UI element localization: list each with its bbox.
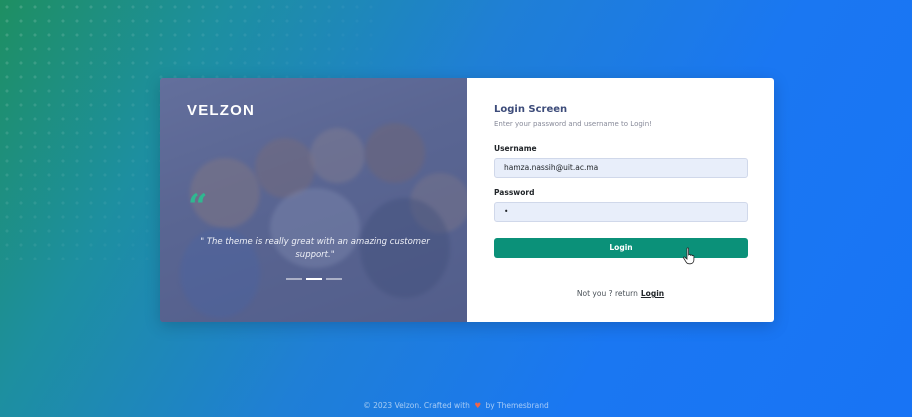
password-input[interactable]: • — [494, 202, 748, 222]
quote-icon: “ — [188, 187, 208, 227]
brand-logo[interactable]: VELZON — [187, 102, 255, 119]
copyright-suffix: by Themesbrand — [485, 401, 549, 410]
username-label: Username — [494, 144, 537, 153]
return-login-link[interactable]: Login — [641, 289, 664, 298]
login-button-label: Login — [609, 243, 633, 252]
copyright-prefix: © 2023 Velzon. Crafted with — [363, 401, 470, 410]
password-label: Password — [494, 188, 535, 197]
carousel-indicator-2[interactable] — [306, 278, 322, 280]
testimonial-quote: " The theme is really great with an amaz… — [200, 237, 430, 260]
login-button[interactable]: Login — [494, 238, 748, 265]
heart-icon: ♥ — [474, 401, 482, 410]
return-login-row: Not you ? return Login — [467, 289, 774, 298]
testimonial-panel: VELZON “ " The theme is really great wit… — [160, 78, 467, 322]
login-subtitle: Enter your password and username to Logi… — [494, 120, 652, 128]
login-title: Login Screen — [494, 104, 568, 115]
auth-card: VELZON “ " The theme is really great wit… — [160, 78, 774, 322]
not-you-text: Not you ? return — [576, 289, 638, 298]
login-form-panel: Login Screen Enter your password and use… — [467, 78, 774, 322]
hand-pointer-icon — [683, 247, 695, 265]
carousel-indicator-3[interactable] — [326, 278, 342, 280]
page-footer: © 2023 Velzon. Crafted with ♥ by Themesb… — [0, 401, 912, 410]
carousel-indicators — [286, 278, 342, 280]
carousel-indicator-1[interactable] — [286, 278, 302, 280]
username-input[interactable]: hamza.nassih@uit.ac.ma — [494, 158, 748, 178]
